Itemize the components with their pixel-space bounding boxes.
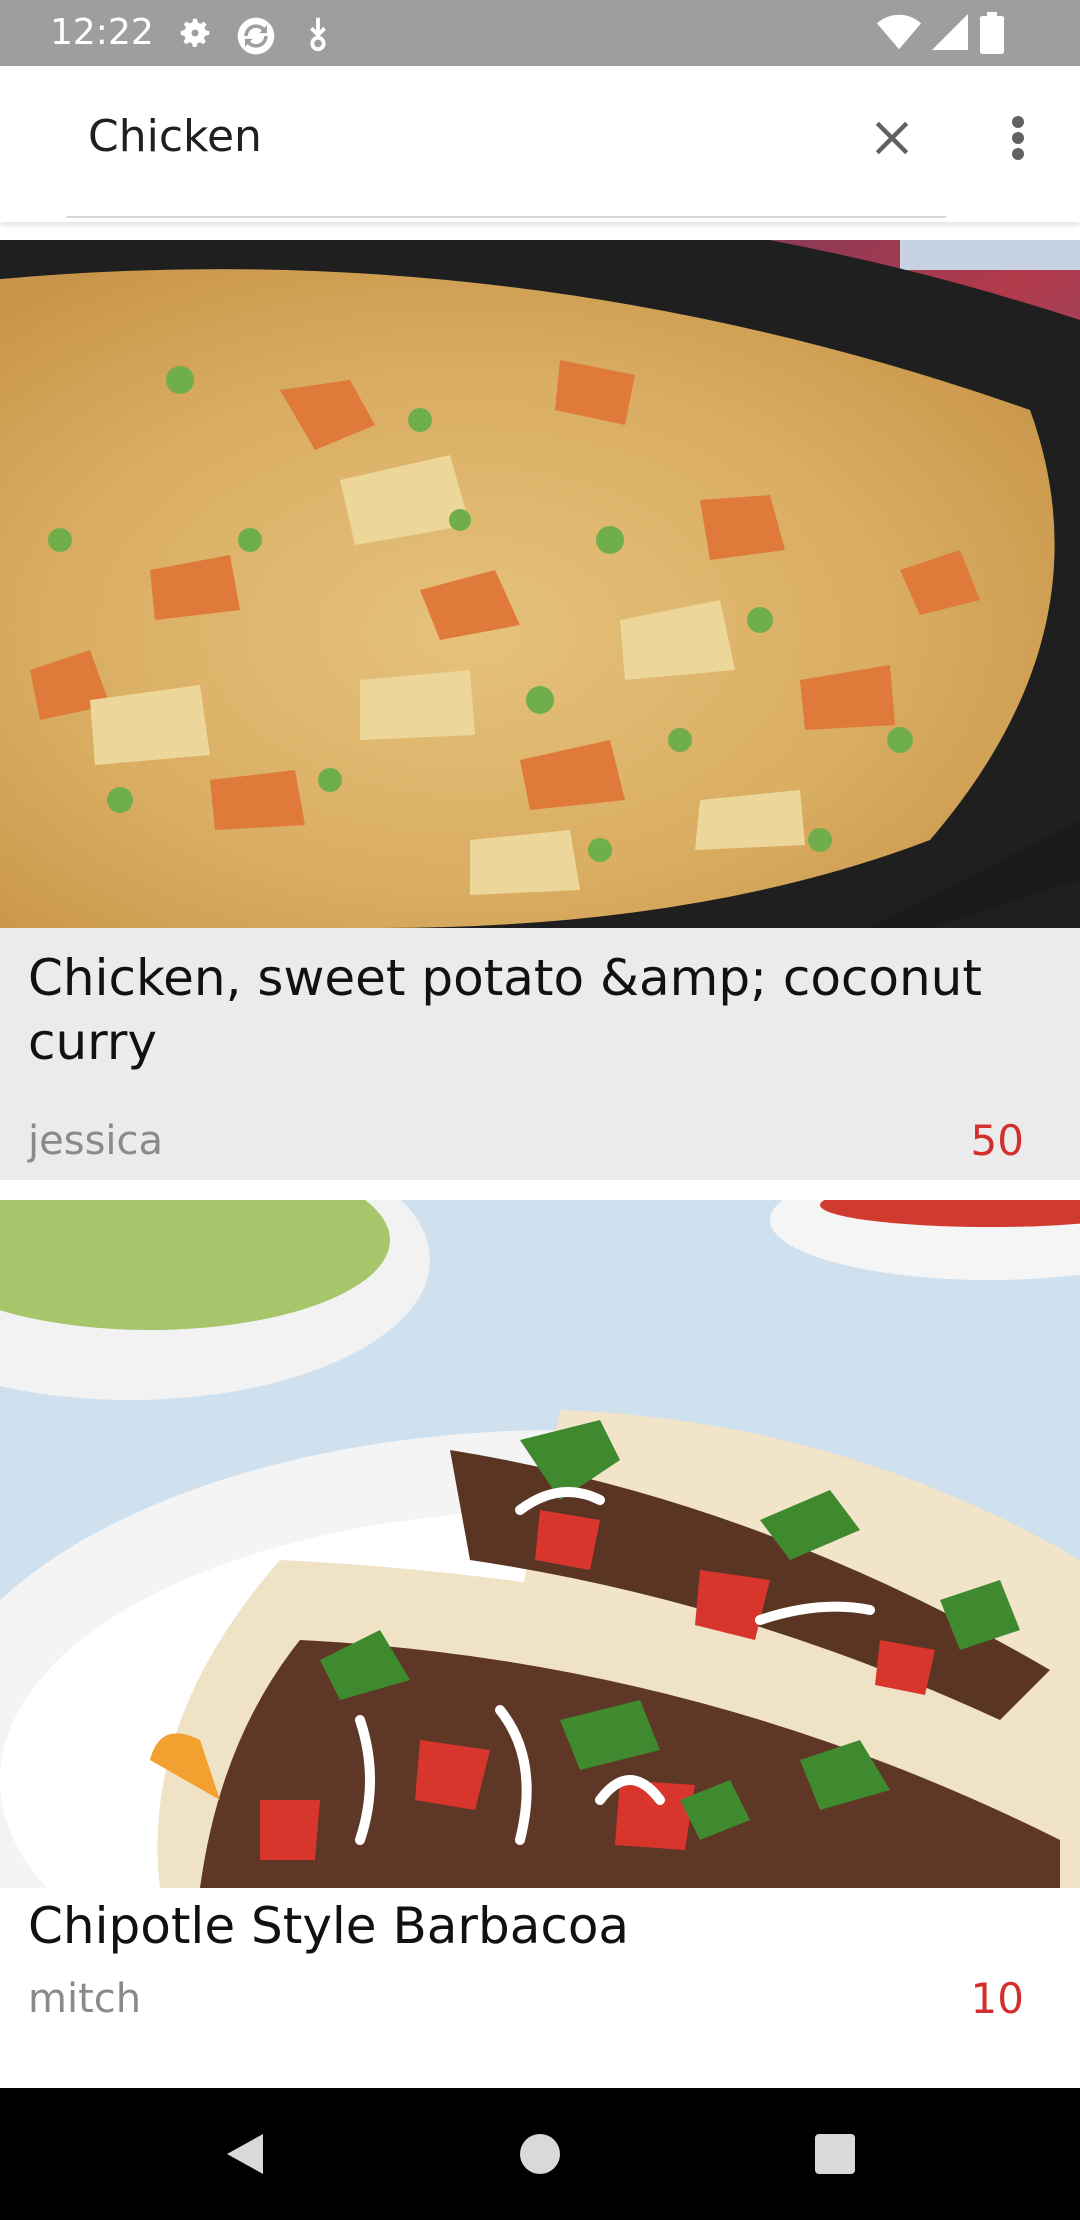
- system-nav-bar: [0, 2088, 1080, 2220]
- barbacoa-tacos-photo: [0, 1200, 1080, 1888]
- recipe-title: Chicken, sweet potato &amp; coconut curr…: [28, 949, 982, 1071]
- recipe-card[interactable]: Chipotle Style Barbacoa mitch 10: [0, 1200, 1080, 2088]
- wifi-icon: [876, 12, 922, 57]
- close-icon: [875, 121, 909, 155]
- recipe-card[interactable]: Chicken, sweet potato &amp; coconut curr…: [0, 240, 1080, 1180]
- search-underline: [66, 216, 946, 218]
- recipe-title: Chipotle Style Barbacoa: [28, 1897, 630, 1955]
- recipe-search-screen: 12:22 Chicken Chicken, sweet potato &amp…: [0, 0, 1080, 2220]
- back-button[interactable]: [190, 2114, 300, 2194]
- back-triangle-icon: [227, 2134, 263, 2174]
- recipe-author: jessica: [28, 1118, 164, 1164]
- battery-icon: [980, 12, 1004, 59]
- more-vert-icon: [1012, 116, 1024, 160]
- overflow-menu-button[interactable]: [980, 100, 1056, 176]
- home-circle-icon: [520, 2134, 560, 2174]
- recents-button[interactable]: [780, 2114, 890, 2194]
- recipe-list: Chicken, sweet potato &amp; coconut curr…: [0, 222, 1080, 2088]
- search-input[interactable]: [66, 104, 846, 168]
- clear-search-button[interactable]: [852, 100, 932, 176]
- chicken-curry-photo: [0, 240, 1080, 928]
- signal-icon: [930, 12, 970, 57]
- recipe-score: 10: [970, 1974, 1024, 2023]
- download-icon: [302, 14, 334, 57]
- status-bar: 12:22: [0, 0, 1080, 66]
- recipe-author: mitch: [28, 1976, 142, 2022]
- sync-icon: [234, 14, 278, 63]
- recents-square-icon: [815, 2134, 855, 2174]
- search-toolbar: [0, 66, 1080, 222]
- gear-icon: [176, 14, 214, 57]
- status-time: 12:22: [50, 12, 154, 53]
- recipe-score: 50: [970, 1116, 1024, 1165]
- home-button[interactable]: [485, 2114, 595, 2194]
